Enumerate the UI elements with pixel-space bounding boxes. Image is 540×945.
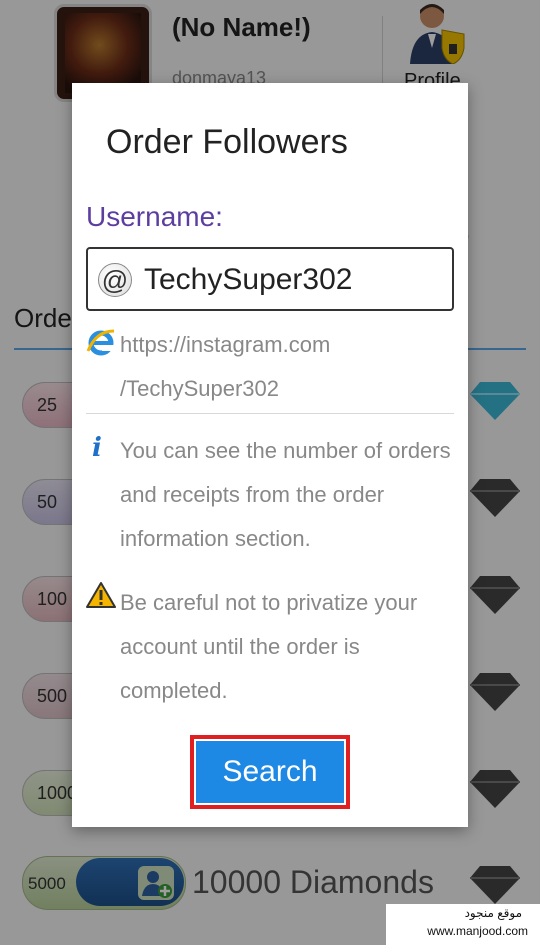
divider xyxy=(86,413,454,414)
order-followers-dialog: Order Followers Username: @ TechySuper30… xyxy=(72,83,468,827)
info-icon: i xyxy=(92,433,102,463)
browser-icon xyxy=(86,329,115,356)
username-input[interactable]: @ TechySuper302 xyxy=(86,247,454,311)
dialog-title: Order Followers xyxy=(106,123,348,161)
watermark-arabic: موقع منجود xyxy=(464,906,522,920)
username-label: Username: xyxy=(86,201,223,232)
watermark: موقع منجود www.manjood.com xyxy=(386,904,540,945)
profile-url-line1: https://instagram.com xyxy=(120,332,331,357)
profile-url-line2: /TechySuper302 xyxy=(120,376,279,401)
at-sign-icon: @ xyxy=(98,263,132,297)
profile-url[interactable]: https://instagram.com /TechySuper302 xyxy=(120,323,450,411)
warning-icon xyxy=(86,582,116,608)
search-button[interactable]: Search xyxy=(196,741,344,803)
watermark-url: www.manjood.com xyxy=(427,924,528,938)
warning-text: Be careful not to privatize your account… xyxy=(120,590,418,703)
info-text: You can see the number of orders and rec… xyxy=(120,438,451,551)
username-value[interactable]: TechySuper302 xyxy=(144,263,352,297)
